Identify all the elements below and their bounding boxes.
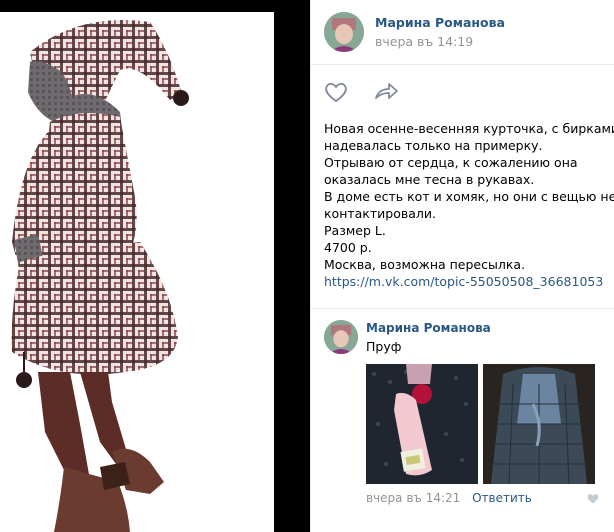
post-text-line: контактировали. <box>324 206 436 221</box>
post-text-line: 4700 р. <box>324 240 372 255</box>
comment-meta: вчера въ 14:21 Ответить <box>366 491 532 505</box>
share-arrow-icon[interactable] <box>373 80 399 104</box>
post-text-line: В доме есть кот и хомяк, но они с вещью … <box>324 189 614 204</box>
comments-divider <box>310 308 614 309</box>
comment-avatar-image <box>324 320 358 354</box>
comment-date[interactable]: вчера въ 14:21 <box>366 491 460 505</box>
post-text-line: Отрываю от сердца, к сожалению она <box>324 155 578 170</box>
header-divider <box>310 64 614 65</box>
reply-button[interactable]: Ответить <box>472 491 532 505</box>
comment-photo-jacket[interactable] <box>483 364 595 484</box>
viewer-background <box>274 0 310 532</box>
heart-small-icon[interactable] <box>586 492 600 505</box>
jacket-photo-image <box>483 364 595 484</box>
comment-author-name[interactable]: Марина Романова <box>366 321 491 335</box>
comment-photo-tag[interactable] <box>366 364 478 484</box>
post-text-line: надевалась только на примерку. <box>324 138 543 153</box>
post-text: Новая осенне-весенняя курточка, с биркам… <box>324 120 614 290</box>
avatar-image <box>324 12 364 52</box>
heart-outline-icon[interactable] <box>323 80 349 104</box>
topic-link[interactable]: https://m.vk.com/topic-55050508_36681053 <box>324 273 612 290</box>
comment-author-avatar[interactable] <box>324 320 358 354</box>
post-date[interactable]: вчера въ 14:19 <box>375 34 473 49</box>
photo-viewer[interactable] <box>0 0 310 532</box>
post-author-name[interactable]: Марина Романова <box>375 15 505 30</box>
author-avatar[interactable] <box>324 12 364 52</box>
post-text-line: Новая осенне-весенняя курточка, с биркам… <box>324 121 614 136</box>
tag-photo-image <box>366 364 478 484</box>
main-photo[interactable] <box>0 12 274 532</box>
post-text-line: Москва, возможна пересылка. <box>324 257 526 272</box>
post-text-line: оказалась мне тесна в рукавах. <box>324 172 535 187</box>
post-text-line: Размер L. <box>324 223 386 238</box>
comment-text: Пруф <box>366 339 402 354</box>
coat-photo-illustration <box>11 20 189 532</box>
